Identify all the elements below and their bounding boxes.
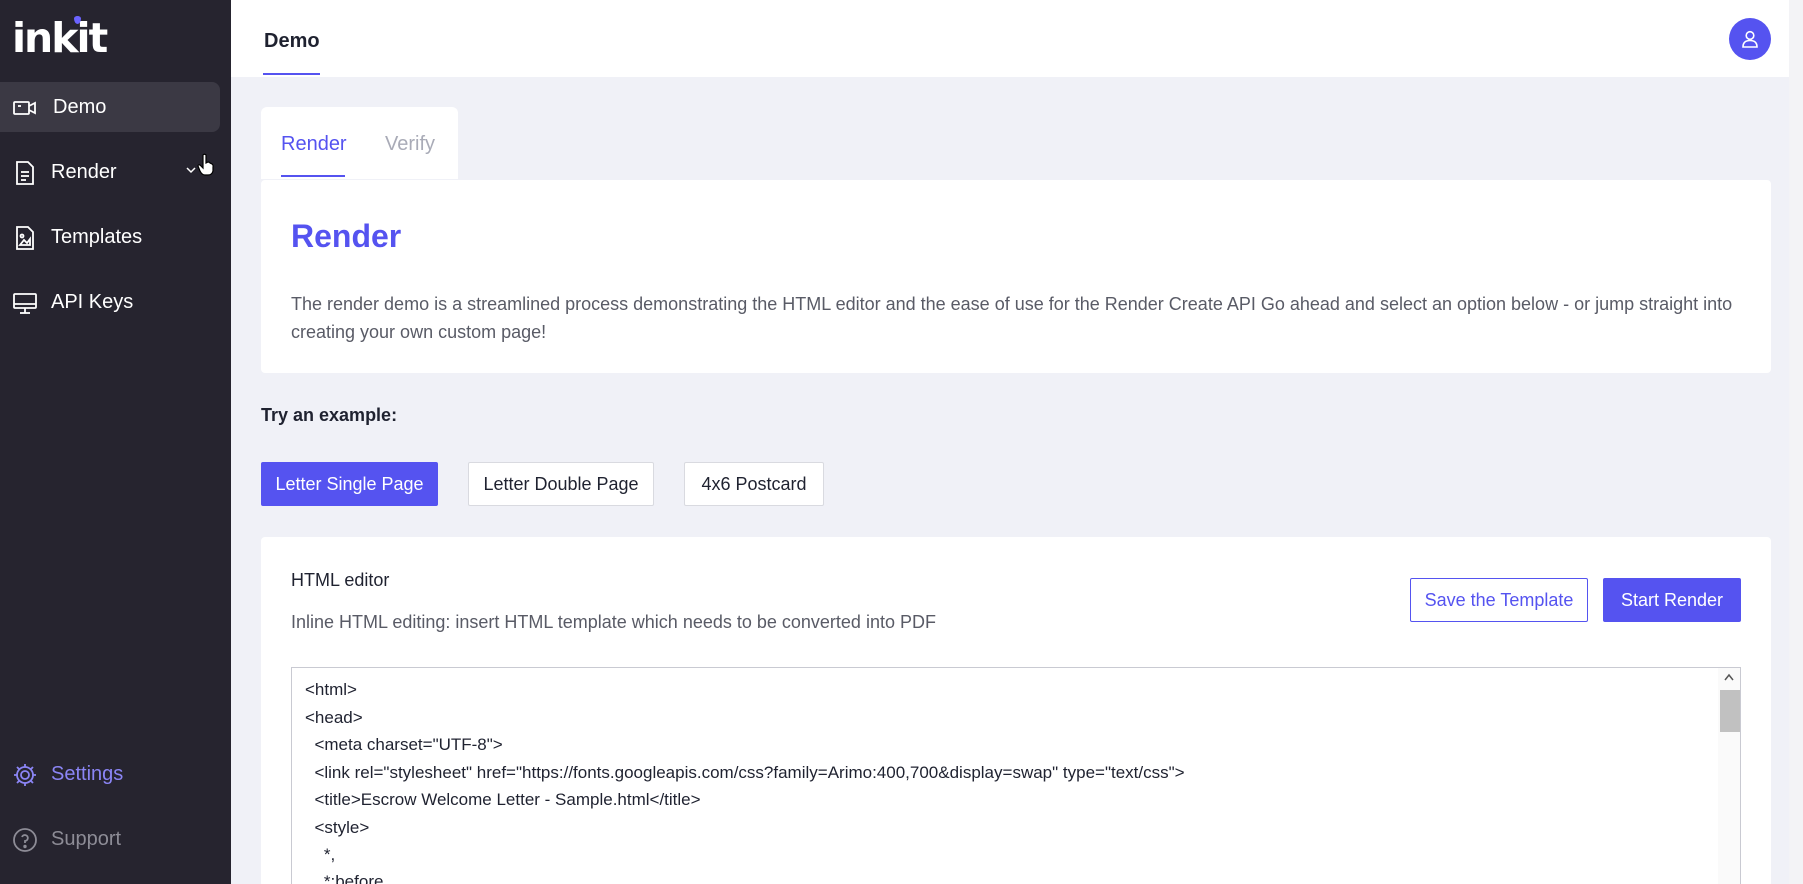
sidebar-item-support[interactable]: Support (0, 814, 220, 864)
tab-verify[interactable]: Verify (385, 133, 435, 156)
sidebar-item-label: Demo (53, 95, 107, 118)
code-scrollbar[interactable] (1718, 668, 1740, 884)
active-tab-indicator (263, 73, 320, 75)
code-line: *:before, (305, 872, 389, 884)
editor-subtitle: Inline HTML editing: insert HTML templat… (291, 612, 936, 632)
sidebar-item-label: API Keys (51, 290, 134, 313)
sidebar-item-label: Support (51, 827, 122, 850)
editor-title: HTML editor (291, 570, 390, 590)
sidebar-item-api-keys[interactable]: API Keys (0, 277, 220, 327)
tab-active-underline (281, 175, 345, 177)
sidebar-item-templates[interactable]: Templates (0, 212, 220, 262)
code-scrollbar-thumb[interactable] (1720, 690, 1740, 732)
code-line: <head> (305, 708, 363, 727)
help-circle-icon (13, 828, 37, 852)
tab-bar: Render Verify (261, 107, 458, 179)
tab-render[interactable]: Render (281, 133, 347, 156)
code-line: <link rel="stylesheet" href="https://fon… (305, 763, 1185, 782)
image-file-icon (16, 226, 34, 250)
code-line: <style> (305, 818, 370, 837)
code-line: *, (305, 845, 336, 864)
html-code-editor[interactable]: <html> <head> <meta charset="UTF-8"> <li… (291, 667, 1741, 884)
gear-icon (14, 764, 36, 786)
letter-single-page-button[interactable]: Letter Single Page (261, 462, 438, 506)
examples-label: Try an example: (261, 405, 398, 425)
sidebar-item-render[interactable]: Render (0, 147, 220, 197)
user-icon (1742, 30, 1758, 48)
sidebar-item-label: Settings (51, 762, 124, 785)
sidebar-item-label: Templates (51, 225, 143, 248)
sidebar-item-settings[interactable]: Settings (0, 749, 220, 799)
logo-text: inkit (12, 14, 108, 62)
scroll-up-arrow-icon[interactable] (1724, 673, 1734, 681)
intro-card: Render The render demo is a streamlined … (261, 180, 1771, 373)
html-editor-card: HTML editor Inline HTML editing: insert … (261, 537, 1771, 884)
page-title[interactable]: Demo (264, 30, 320, 53)
avatar[interactable] (1729, 18, 1771, 60)
start-render-button[interactable]: Start Render (1603, 578, 1741, 622)
letter-double-page-button[interactable]: Letter Double Page (468, 462, 654, 506)
top-bar: Demo (231, 0, 1803, 77)
chevron-down-icon[interactable] (185, 164, 197, 176)
video-camera-icon (13, 101, 36, 115)
monitor-icon (13, 293, 37, 314)
save-template-button[interactable]: Save the Template (1410, 578, 1588, 622)
sidebar-item-demo[interactable]: Demo (0, 82, 220, 132)
section-description: The render demo is a streamlined process… (291, 294, 1733, 342)
code-line: <title>Escrow Welcome Letter - Sample.ht… (305, 790, 701, 809)
section-title: Render (291, 218, 402, 254)
sidebar-item-label: Render (51, 160, 117, 183)
document-icon (16, 161, 34, 185)
page-scrollbar[interactable] (1789, 0, 1803, 884)
postcard-4x6-button[interactable]: 4x6 Postcard (684, 462, 824, 506)
inkit-logo[interactable]: inkit (12, 14, 108, 62)
code-line: <meta charset="UTF-8"> (305, 735, 503, 754)
sidebar: inkit Demo Render Templates API Keys Set… (0, 0, 231, 884)
code-line: <html> (305, 680, 357, 699)
hand-cursor-icon (197, 153, 214, 176)
